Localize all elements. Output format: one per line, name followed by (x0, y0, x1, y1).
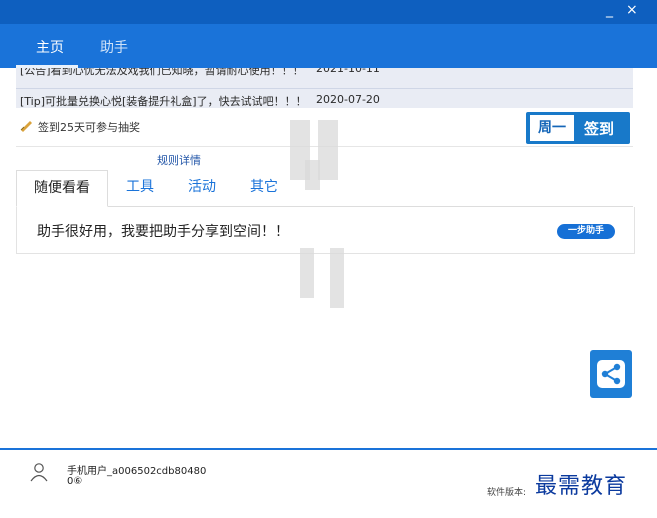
notice-text: [Tip]可批量兑换心悦[装备提升礼盒]了，快去试试吧！！！ (20, 95, 307, 108)
notice-date: 2021-10-11 (316, 68, 380, 75)
tab-others[interactable]: 其它 (236, 170, 292, 205)
close-button[interactable]: × (626, 2, 638, 18)
brand-logo: 最需教育 (535, 474, 628, 499)
assistant-badge[interactable]: 一步助手 (557, 224, 615, 239)
tab-assistant[interactable]: 助手 (100, 37, 128, 57)
weekday-label: 周一 (530, 115, 574, 141)
watermark (330, 248, 344, 308)
watermark (300, 248, 314, 298)
watermark (318, 120, 338, 180)
rules-link[interactable]: 规则详情 (157, 152, 201, 168)
checkin-tip: 签到25天可参与抽奖 (38, 121, 140, 134)
version-label: 软件版本: (487, 488, 527, 498)
minimize-button[interactable]: _ (606, 2, 613, 18)
tab-activities[interactable]: 活动 (174, 170, 230, 205)
notice-item[interactable]: [公告]看到心忧无法及戏我们已知晓，暂请耐心使用！！！ 2021-10-11 (16, 68, 633, 89)
checkin-label: 签到 (584, 120, 615, 138)
tab-browse[interactable]: 随便看看 (16, 170, 108, 207)
title-bar: _ × (0, 0, 657, 24)
share-icon (597, 360, 625, 388)
points-value: 0⑥ (67, 476, 83, 487)
top-nav: 主页 助手 (0, 24, 657, 68)
content-panel: 助手很好用，我要把助手分享到空间！！ 一步助手 (16, 207, 635, 254)
user-icon[interactable] (30, 462, 48, 482)
checkin-button[interactable]: 周一 签到 (526, 112, 630, 144)
notice-text: [公告]看到心忧无法及戏我们已知晓，暂请耐心使用！！！ (20, 68, 304, 77)
tab-home[interactable]: 主页 (36, 37, 64, 57)
gift-icon (20, 121, 32, 132)
username: 手机用户_a006502cdb80480 (67, 466, 207, 477)
share-button[interactable] (590, 350, 632, 398)
notice-date: 2020-07-20 (316, 93, 380, 106)
watermark (305, 160, 320, 190)
tab-tools[interactable]: 工具 (112, 170, 168, 205)
notice-item[interactable]: [Tip]可批量兑换心悦[装备提升礼盒]了，快去试试吧！！！ 2020-07-2… (16, 89, 633, 110)
share-message: 助手很好用，我要把助手分享到空间！！ (37, 224, 289, 240)
